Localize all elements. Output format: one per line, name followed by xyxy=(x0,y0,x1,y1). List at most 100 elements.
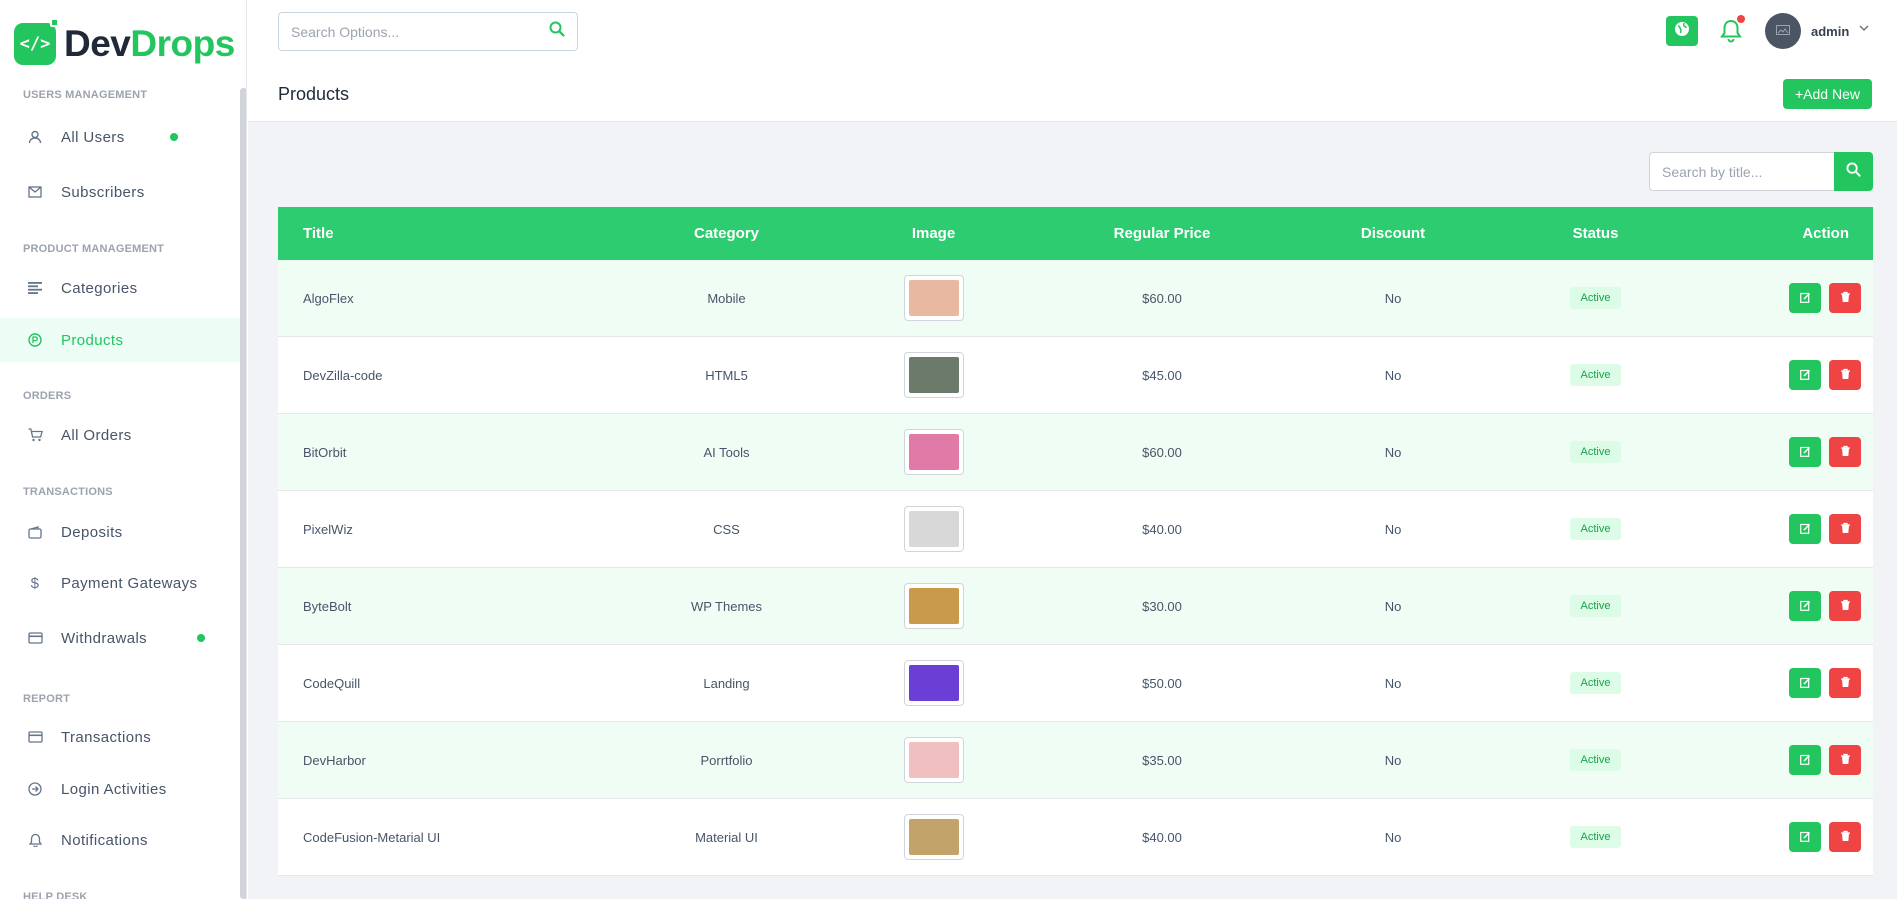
product-thumbnail[interactable] xyxy=(903,429,964,475)
code-icon: </> xyxy=(14,18,59,65)
product-title: CodeQuill xyxy=(303,675,361,691)
delete-button[interactable] xyxy=(1829,668,1861,698)
product-title: AlgoFlex xyxy=(303,290,354,306)
status-cell: Active xyxy=(1504,441,1687,463)
avatar[interactable] xyxy=(1765,13,1801,49)
edit-button[interactable] xyxy=(1789,437,1821,467)
trash-icon xyxy=(1840,522,1851,537)
sidebar-item-all-users[interactable]: All Users xyxy=(0,115,240,159)
product-price: $30.00 xyxy=(1142,598,1182,614)
title-search-input[interactable] xyxy=(1649,152,1834,191)
sidebar-item-categories[interactable]: Categories xyxy=(0,266,240,310)
delete-button[interactable] xyxy=(1829,514,1861,544)
brand-name-dev: Dev xyxy=(64,23,131,64)
product-price: $50.00 xyxy=(1142,675,1182,691)
product-title: PixelWiz xyxy=(303,521,353,537)
product-title: CodeFusion-Metarial UI xyxy=(303,829,441,845)
status-badge: Active xyxy=(1569,287,1622,309)
options-search xyxy=(278,12,578,51)
page-title: Products xyxy=(278,84,350,104)
chevron-down-icon[interactable] xyxy=(1858,22,1870,37)
edit-button[interactable] xyxy=(1789,360,1821,390)
product-image-cell xyxy=(825,275,1042,321)
brand-logo[interactable]: </> DevDrops xyxy=(14,16,235,72)
column-header-title: Title xyxy=(303,225,334,242)
search-icon xyxy=(1846,161,1861,182)
product-discount: No xyxy=(1384,675,1402,691)
sidebar-item-all-orders[interactable]: All Orders xyxy=(0,413,240,457)
title-search xyxy=(1649,152,1873,191)
edit-icon xyxy=(1799,291,1811,306)
delete-button[interactable] xyxy=(1829,822,1861,852)
product-thumbnail[interactable] xyxy=(903,275,964,321)
status-cell: Active xyxy=(1504,364,1687,386)
sidebar-item-payment-gateways[interactable]: $ Payment Gateways xyxy=(0,561,240,605)
column-header-regular-price: Regular Price xyxy=(1113,225,1211,242)
section-orders: ORDERS xyxy=(23,390,72,402)
notifications-button[interactable] xyxy=(1719,15,1745,44)
add-new-button[interactable]: +Add New xyxy=(1783,79,1872,109)
product-icon xyxy=(27,332,43,348)
edit-button[interactable] xyxy=(1789,283,1821,313)
delete-button[interactable] xyxy=(1829,360,1861,390)
product-price: $60.00 xyxy=(1142,290,1182,306)
sidebar: </> DevDrops USERS MANAGEMENT All Users … xyxy=(0,0,247,899)
bell-icon xyxy=(27,832,43,848)
sidebar-scrollbar[interactable] xyxy=(240,88,246,899)
product-thumbnail[interactable] xyxy=(903,352,964,398)
sidebar-item-label: Login Activities xyxy=(61,780,167,798)
edit-button[interactable] xyxy=(1789,591,1821,621)
sidebar-item-login-activities[interactable]: Login Activities xyxy=(0,767,240,811)
product-price: $40.00 xyxy=(1142,829,1182,845)
column-header-category: Category xyxy=(693,225,760,242)
delete-button[interactable] xyxy=(1829,283,1861,313)
admin-username[interactable]: admin xyxy=(1811,24,1849,39)
edit-icon xyxy=(1799,368,1811,383)
brand-name-drops: Drops xyxy=(130,23,235,64)
product-discount: No xyxy=(1384,521,1402,537)
search-icon[interactable] xyxy=(549,21,565,42)
product-thumbnail[interactable] xyxy=(903,814,964,860)
main-content: Title Category Image Regular Price Disco… xyxy=(248,122,1897,899)
edit-icon xyxy=(1799,753,1811,768)
options-search-input[interactable] xyxy=(291,23,549,40)
sidebar-item-transactions[interactable]: Transactions xyxy=(0,715,240,759)
edit-button[interactable] xyxy=(1789,822,1821,852)
cart-icon xyxy=(27,427,43,443)
sidebar-item-withdrawals[interactable]: Withdrawals xyxy=(0,616,240,660)
product-thumbnail[interactable] xyxy=(903,660,964,706)
delete-button[interactable] xyxy=(1829,745,1861,775)
sidebar-item-subscribers[interactable]: Subscribers xyxy=(0,170,240,214)
sidebar-item-label: Payment Gateways xyxy=(61,574,198,592)
globe-button[interactable] xyxy=(1666,16,1698,46)
sidebar-item-deposits[interactable]: Deposits xyxy=(0,510,240,554)
table-body: AlgoFlex Mobile $60.00 No Active DevZill… xyxy=(278,260,1873,876)
delete-button[interactable] xyxy=(1829,591,1861,621)
product-price: $40.00 xyxy=(1142,521,1182,537)
table-row: DevZilla-code HTML5 $45.00 No Active xyxy=(278,337,1873,414)
edit-button[interactable] xyxy=(1789,514,1821,544)
product-thumbnail[interactable] xyxy=(903,737,964,783)
product-thumbnail[interactable] xyxy=(903,583,964,629)
edit-button[interactable] xyxy=(1789,745,1821,775)
image-placeholder-icon xyxy=(1776,24,1790,38)
edit-icon xyxy=(1799,599,1811,614)
sidebar-item-label: Categories xyxy=(61,279,138,297)
trash-icon xyxy=(1840,676,1851,691)
delete-button[interactable] xyxy=(1829,437,1861,467)
table-header: Title Category Image Regular Price Disco… xyxy=(278,207,1873,260)
title-search-button[interactable] xyxy=(1834,152,1873,191)
sidebar-item-label: Withdrawals xyxy=(61,629,148,647)
column-header-image: Image xyxy=(911,225,956,242)
sidebar-item-notifications[interactable]: Notifications xyxy=(0,818,240,862)
sidebar-item-label: Products xyxy=(61,331,124,349)
product-category: CSS xyxy=(713,521,740,537)
status-badge: Active xyxy=(1569,441,1622,463)
product-title: ByteBolt xyxy=(303,598,352,614)
sidebar-item-products[interactable]: Products xyxy=(0,318,240,362)
edit-button[interactable] xyxy=(1789,668,1821,698)
bell-icon xyxy=(1719,19,1743,48)
status-cell: Active xyxy=(1504,518,1687,540)
product-category: WP Themes xyxy=(690,598,763,614)
product-thumbnail[interactable] xyxy=(903,506,964,552)
